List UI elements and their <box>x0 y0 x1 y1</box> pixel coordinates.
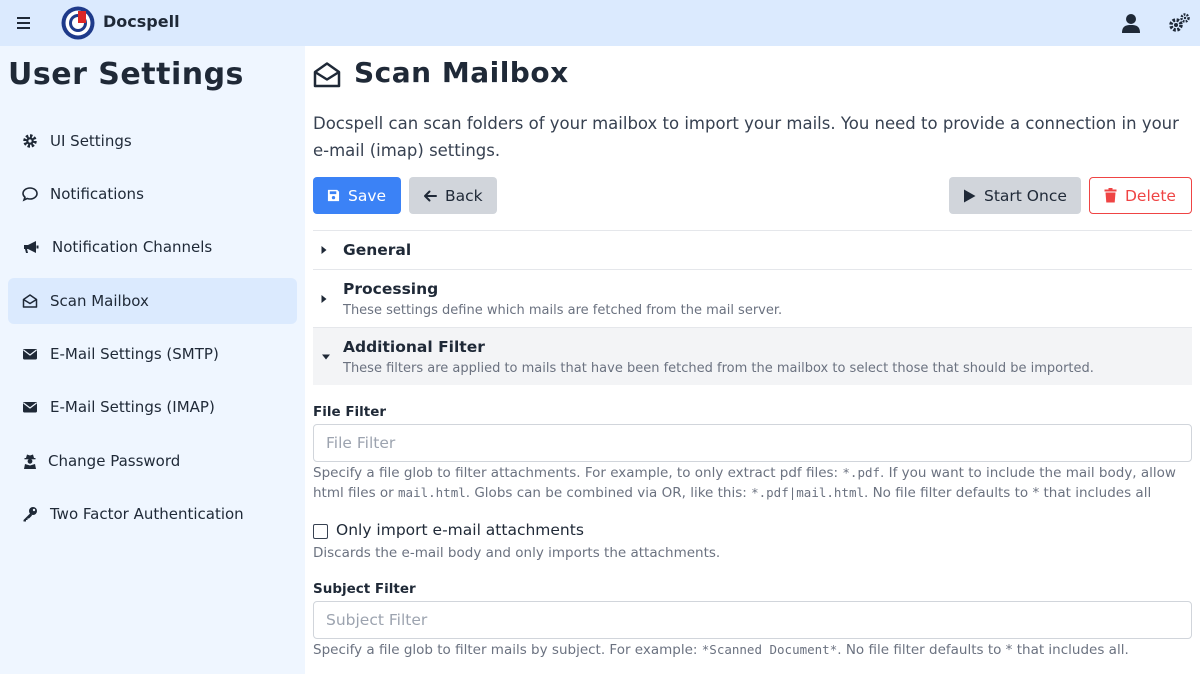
sidebar-item-notifications[interactable]: Notifications <box>8 171 297 217</box>
help-text: Specify a file glob to filter attachment… <box>313 465 843 481</box>
caret-right-icon <box>321 295 327 303</box>
section-processing[interactable]: Processing These settings define which m… <box>313 269 1192 327</box>
caret-right-icon <box>321 246 327 254</box>
section-general[interactable]: General <box>313 230 1192 269</box>
subject-filter-input[interactable] <box>313 601 1192 639</box>
play-icon <box>964 189 976 202</box>
start-once-button-label: Start Once <box>984 186 1067 205</box>
sidebar-item-ui-settings[interactable]: UI Settings <box>8 118 297 164</box>
help-text: . No file filter defaults to * that incl… <box>837 642 1129 658</box>
sidebar-item-two-factor[interactable]: Two Factor Authentication <box>8 491 297 537</box>
attachments-only-checkbox[interactable] <box>313 524 328 539</box>
envelope-open-icon <box>313 62 341 88</box>
sidebar-item-label: E-Mail Settings (IMAP) <box>50 398 215 416</box>
section-additional-filter[interactable]: Additional Filter These filters are appl… <box>313 327 1192 385</box>
file-filter-label: File Filter <box>313 404 387 420</box>
envelope-icon <box>23 402 37 413</box>
help-code: *.pdf|mail.html <box>751 485 864 500</box>
sidebar-item-label: UI Settings <box>50 132 132 150</box>
arrow-left-icon <box>424 190 437 201</box>
save-button-label: Save <box>348 186 387 205</box>
delete-button[interactable]: Delete <box>1089 177 1192 214</box>
app-brand[interactable]: Docspell <box>103 12 180 31</box>
sidebar-item-change-password[interactable]: Change Password <box>8 438 297 484</box>
section-title: Additional Filter <box>343 338 485 356</box>
page-title: Scan Mailbox <box>354 56 569 89</box>
sidebar-title: User Settings <box>8 57 244 92</box>
trash-icon <box>1104 188 1117 203</box>
help-text: . Globs can be combined via OR, like thi… <box>465 485 752 501</box>
help-code: mail.html <box>398 485 466 500</box>
sidebar-item-label: Scan Mailbox <box>50 292 149 310</box>
section-title: Processing <box>343 280 439 298</box>
user-icon[interactable] <box>1120 12 1142 34</box>
sidebar-item-email-imap[interactable]: E-Mail Settings (IMAP) <box>8 384 297 430</box>
file-filter-input[interactable] <box>313 424 1192 462</box>
back-button-label: Back <box>445 186 483 205</box>
help-code: *Scanned Document* <box>701 642 838 657</box>
subject-filter-label: Subject Filter <box>313 581 416 597</box>
sidebar-item-label: Two Factor Authentication <box>50 505 244 523</box>
sidebar-item-label: E-Mail Settings (SMTP) <box>50 345 219 363</box>
envelope-open-icon <box>22 294 38 308</box>
settings-sidebar: User Settings UI Settings Notifications … <box>0 46 305 674</box>
help-text: Specify a file glob to filter mails by s… <box>313 642 702 658</box>
sidebar-item-email-smtp[interactable]: E-Mail Settings (SMTP) <box>8 331 297 377</box>
section-title: General <box>343 241 412 259</box>
section-subtitle: These settings define which mails are fe… <box>343 303 783 318</box>
back-button[interactable]: Back <box>409 177 497 214</box>
user-secret-icon <box>24 454 36 469</box>
key-icon <box>23 507 37 522</box>
envelope-icon <box>23 349 37 360</box>
file-filter-help: Specify a file glob to filter attachment… <box>313 463 1193 503</box>
subject-filter-help: Specify a file glob to filter mails by s… <box>313 640 1193 660</box>
gear-icon <box>23 134 37 148</box>
save-button[interactable]: Save <box>313 177 401 214</box>
menu-icon[interactable] <box>12 12 34 34</box>
cogs-icon[interactable] <box>1167 12 1191 34</box>
caret-down-icon <box>322 354 330 360</box>
main-content: Scan Mailbox Docspell can scan folders o… <box>305 46 1200 674</box>
attachments-only-label[interactable]: Only import e-mail attachments <box>336 521 584 539</box>
sidebar-item-label: Change Password <box>48 452 181 470</box>
help-code: *.pdf <box>842 465 881 480</box>
comment-icon <box>22 187 38 202</box>
start-once-button[interactable]: Start Once <box>949 177 1081 214</box>
sidebar-item-scan-mailbox[interactable]: Scan Mailbox <box>8 278 297 324</box>
sidebar-item-label: Notifications <box>50 185 144 203</box>
help-text: . No file filter defaults to * that incl… <box>864 485 1152 501</box>
section-subtitle: These filters are applied to mails that … <box>343 361 1094 376</box>
delete-button-label: Delete <box>1125 186 1176 205</box>
top-bar: Docspell <box>0 0 1200 46</box>
intro-text: Docspell can scan folders of your mailbo… <box>313 114 1179 160</box>
save-icon <box>327 189 340 202</box>
bullhorn-icon <box>24 241 39 253</box>
docspell-logo-icon[interactable] <box>60 5 96 41</box>
attachments-only-help: Discards the e-mail body and only import… <box>313 545 721 561</box>
sidebar-item-label: Notification Channels <box>52 238 213 256</box>
sidebar-item-notification-channels[interactable]: Notification Channels <box>8 224 297 270</box>
